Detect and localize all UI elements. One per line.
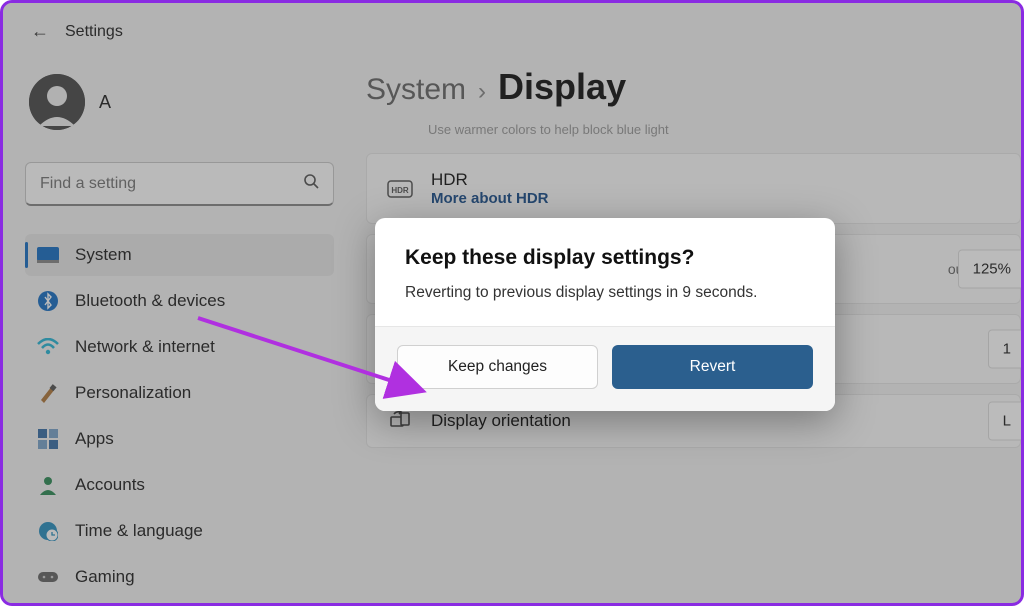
sidebar-item-gaming[interactable]: Gaming [25,556,334,598]
countdown-seconds: 9 [682,284,691,301]
orientation-value-dropdown[interactable]: L [988,402,1021,441]
dialog-message: Reverting to previous display settings i… [405,284,805,302]
sidebar-item-label: Network & internet [75,337,215,357]
sidebar-item-label: Accounts [75,475,145,495]
brush-icon [37,382,59,404]
titlebar: ← Settings [3,3,1021,48]
chevron-right-icon: › [478,78,486,106]
sidebar-item-bluetooth[interactable]: Bluetooth & devices [25,280,334,322]
keep-changes-button[interactable]: Keep changes [397,345,598,389]
search-input[interactable] [40,175,303,193]
sidebar-item-personalization[interactable]: Personalization [25,372,334,414]
search-icon [303,173,319,194]
app-title: Settings [65,23,123,41]
row-title: Display orientation [431,411,571,431]
breadcrumb: System › Display [366,66,1021,108]
breadcrumb-parent[interactable]: System [366,73,466,107]
profile-block[interactable]: A [25,66,334,152]
avatar [29,74,85,130]
bluetooth-icon [37,290,59,312]
hdr-more-link[interactable]: More about HDR [431,190,549,207]
globe-clock-icon [37,520,59,542]
sidebar-item-label: Time & language [75,521,203,541]
dialog-title: Keep these display settings? [405,246,805,270]
revert-button[interactable]: Revert [612,345,813,389]
apps-icon [37,428,59,450]
sidebar-item-label: System [75,245,132,265]
sidebar-item-apps[interactable]: Apps [25,418,334,460]
sidebar-item-label: Personalization [75,383,191,403]
row-title: HDR [431,170,549,190]
gamepad-icon [37,566,59,588]
breadcrumb-current: Display [498,66,626,108]
orientation-icon [387,411,413,431]
system-icon [37,244,59,266]
sidebar-item-network[interactable]: Network & internet [25,326,334,368]
wifi-icon [37,336,59,358]
night-light-subtext-fragment: Use warmer colors to help block blue lig… [366,122,1021,137]
search-input-wrapper[interactable] [25,162,334,206]
settings-window: ← Settings A [0,0,1024,606]
sidebar-item-time[interactable]: Time & language [25,510,334,552]
sidebar-item-system[interactable]: System [25,234,334,276]
sidebar-nav: System Bluetooth & devices Network & int… [25,234,334,602]
sidebar-item-label: Gaming [75,567,135,587]
sidebar-item-label: Bluetooth & devices [75,291,225,311]
resolution-value-dropdown[interactable]: 1 [988,330,1021,369]
setting-row-hdr[interactable]: HDR HDR More about HDR [366,153,1021,224]
person-icon [37,474,59,496]
profile-name: A [99,92,111,113]
keep-settings-dialog: Keep these display settings? Reverting t… [375,218,835,411]
sidebar: A System Blueto [3,48,348,600]
scale-value-dropdown[interactable]: 125% [958,250,1021,289]
hdr-icon: HDR [387,180,413,198]
sidebar-item-accounts[interactable]: Accounts [25,464,334,506]
back-arrow-icon[interactable]: ← [31,21,49,42]
sidebar-item-label: Apps [75,429,114,449]
svg-text:HDR: HDR [391,186,409,195]
